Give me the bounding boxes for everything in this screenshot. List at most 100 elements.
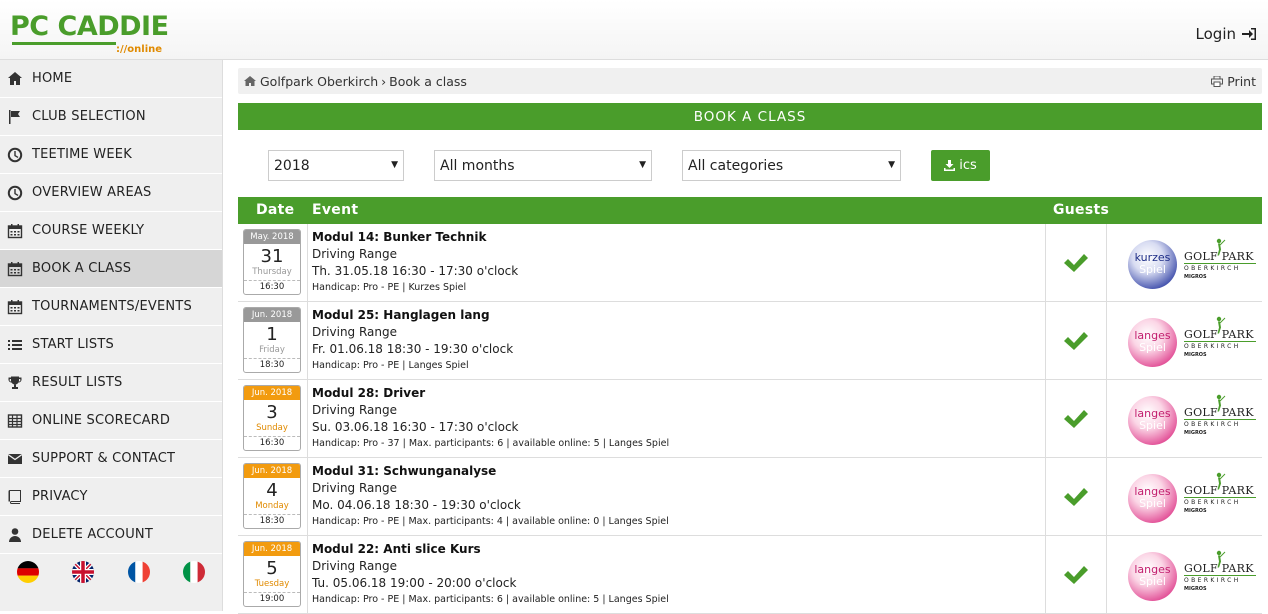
print-button[interactable]: Print — [1211, 74, 1256, 89]
ics-download-button[interactable]: ics — [931, 150, 990, 181]
calendar-badge: Jun. 2018 1 Friday 18:30 — [243, 307, 301, 373]
golf-park-logo: GOLF PARK OBERKIRCH MIGROS — [1184, 472, 1258, 518]
club-logo-rule — [1184, 419, 1256, 420]
calendar-icon — [7, 223, 23, 239]
club-logo-sponsor: MIGROS — [1184, 274, 1207, 280]
calendar-month: Jun. 2018 — [244, 386, 300, 400]
club-logo-rule — [1184, 575, 1256, 576]
sidebar-item-online-scorecard[interactable]: ONLINE SCORECARD — [0, 402, 222, 440]
calendar-icon — [7, 299, 23, 315]
calendar-day: 31 — [260, 246, 284, 267]
category-word-2: Spiel — [1139, 341, 1166, 354]
table-row[interactable]: Jun. 2018 4 Monday 18:30 Modul 31: Schwungan… — [238, 458, 1262, 536]
sidebar-item-label: SUPPORT & CONTACT — [32, 451, 176, 466]
sidebar-item-support-contact[interactable]: SUPPORT & CONTACT — [0, 440, 222, 478]
calendar-badge: Jun. 2018 4 Monday 18:30 — [243, 463, 301, 529]
category-logo-cell: langes Spiel GOLF PARK OBERKIRCH MIGROS — [1118, 550, 1262, 602]
print-label: Print — [1227, 73, 1256, 89]
event-title[interactable]: Modul 14: Bunker Technik — [312, 229, 1042, 246]
event-cell: Modul 28: Driver Driving Range Su. 03.06.1… — [312, 385, 1042, 452]
year-select-value: 2018 — [274, 157, 310, 174]
logo-text: PC CADDIE — [10, 11, 169, 42]
guests-column-header[interactable]: Guests — [1053, 202, 1109, 218]
event-datetime: Su. 03.06.18 16:30 - 17:30 o'clock — [312, 420, 519, 434]
sidebar-item-tournaments-events[interactable]: TOURNAMENTS/EVENTS — [0, 288, 222, 326]
sidebar-item-label: COURSE WEEKLY — [32, 223, 145, 238]
category-select[interactable]: All categories ▼ — [682, 150, 901, 181]
golf-ball-category-icon: langes Spiel — [1128, 552, 1177, 601]
calendar-time: 16:30 — [244, 280, 300, 294]
calendar-weekday: Friday — [259, 345, 285, 355]
sidebar-item-label: CLUB SELECTION — [32, 109, 146, 124]
calendar-icon — [7, 261, 23, 277]
event-title[interactable]: Modul 28: Driver — [312, 385, 1042, 402]
language-en-button[interactable] — [56, 561, 112, 583]
table-row[interactable]: Jun. 2018 3 Sunday 16:30 Modul 28: Driver Dri… — [238, 380, 1262, 458]
event-column-header[interactable]: Event — [312, 202, 358, 218]
sidebar-item-overview-areas[interactable]: OVERVIEW AREAS — [0, 174, 222, 212]
event-location: Driving Range — [312, 247, 398, 261]
golf-ball-category-icon: langes Spiel — [1128, 396, 1177, 445]
sidebar-item-result-lists[interactable]: RESULT LISTS — [0, 364, 222, 402]
trophy-icon — [7, 375, 23, 391]
category-word-2: Spiel — [1139, 419, 1166, 432]
category-logo-cell: langes Spiel GOLF PARK OBERKIRCH MIGROS — [1118, 472, 1262, 524]
month-select[interactable]: All months ▼ — [434, 150, 652, 181]
calendar-badge: Jun. 2018 5 Tuesday 19:00 — [243, 541, 301, 607]
table-header: Date Event Guests — [238, 197, 1262, 224]
clock-icon — [7, 147, 23, 163]
sidebar-item-course-weekly[interactable]: COURSE WEEKLY — [0, 212, 222, 250]
date-column-header[interactable]: Date — [256, 202, 294, 218]
table-row[interactable]: Jun. 2018 5 Tuesday 19:00 Modul 22: Anti sli… — [238, 536, 1262, 614]
sidebar-item-label: TEETIME WEEK — [32, 147, 132, 162]
sidebar-item-label: TOURNAMENTS/EVENTS — [32, 299, 192, 314]
calendar-day: 5 — [266, 558, 278, 579]
sidebar-item-start-lists[interactable]: START LISTS — [0, 326, 222, 364]
sidebar-item-label: DELETE ACCOUNT — [32, 527, 153, 542]
event-details: Handicap: Pro - PE | Max. participants: … — [312, 516, 669, 527]
caret-down-icon: ▼ — [391, 160, 398, 170]
sidebar-item-label: HOME — [32, 71, 73, 86]
event-title[interactable]: Modul 22: Anti slice Kurs — [312, 541, 1042, 558]
sidebar-item-teetime-week[interactable]: TEETIME WEEK — [0, 136, 222, 174]
language-de-button[interactable] — [0, 561, 56, 583]
sidebar-item-label: START LISTS — [32, 337, 114, 352]
table-row[interactable]: Jun. 2018 1 Friday 18:30 Modul 25: Hanglagen… — [238, 302, 1262, 380]
club-logo-sub: OBERKIRCH — [1184, 577, 1241, 584]
club-logo-name: GOLF PARK — [1184, 562, 1254, 575]
event-title[interactable]: Modul 25: Hanglagen lang — [312, 307, 1042, 324]
event-datetime: Fr. 01.06.18 18:30 - 19:30 o'clock — [312, 342, 514, 356]
flag-icon — [7, 109, 23, 125]
language-it-button[interactable] — [167, 561, 223, 583]
club-logo-rule — [1184, 341, 1256, 342]
club-logo-sponsor: MIGROS — [1184, 508, 1207, 514]
sidebar-item-club-selection[interactable]: CLUB SELECTION — [0, 98, 222, 136]
envelope-icon — [7, 451, 23, 467]
sidebar-item-privacy[interactable]: PRIVACY — [0, 478, 222, 516]
calendar-badge: Jun. 2018 3 Sunday 16:30 — [243, 385, 301, 451]
checkmark-icon — [1064, 332, 1088, 350]
club-logo-rule — [1184, 497, 1256, 498]
event-cell: Modul 22: Anti slice Kurs Driving Range Tu… — [312, 541, 1042, 608]
clock-icon — [7, 185, 23, 201]
language-fr-button[interactable] — [111, 561, 167, 583]
breadcrumb-club[interactable]: Golfpark Oberkirch — [260, 74, 378, 89]
event-title[interactable]: Modul 31: Schwunganalyse — [312, 463, 1042, 480]
club-logo-name: GOLF PARK — [1184, 328, 1254, 341]
table-row[interactable]: May. 2018 31 Thursday 16:30 Modul 14: Bunker… — [238, 224, 1262, 302]
pc-caddie-logo[interactable]: PC CADDIE ://online — [10, 12, 170, 58]
logo-subtext: ://online — [116, 44, 163, 55]
year-select[interactable]: 2018 ▼ — [268, 150, 404, 181]
sidebar-item-delete-account[interactable]: DELETE ACCOUNT — [0, 516, 222, 554]
login-button[interactable]: Login — [1196, 25, 1256, 43]
sidebar-item-book-a-class[interactable]: BOOK A CLASS — [0, 250, 222, 288]
club-logo-name: GOLF PARK — [1184, 406, 1254, 419]
calendar-badge: May. 2018 31 Thursday 16:30 — [243, 229, 301, 295]
sidebar-item-home[interactable]: HOME — [0, 60, 222, 98]
event-datetime: Tu. 05.06.18 19:00 - 20:00 o'clock — [312, 576, 517, 590]
download-icon — [944, 160, 956, 171]
club-logo-sub: OBERKIRCH — [1184, 265, 1241, 272]
print-icon — [1211, 75, 1224, 87]
sidebar-item-label: RESULT LISTS — [32, 375, 123, 390]
date-cell: Jun. 2018 3 Sunday 16:30 — [238, 380, 308, 458]
